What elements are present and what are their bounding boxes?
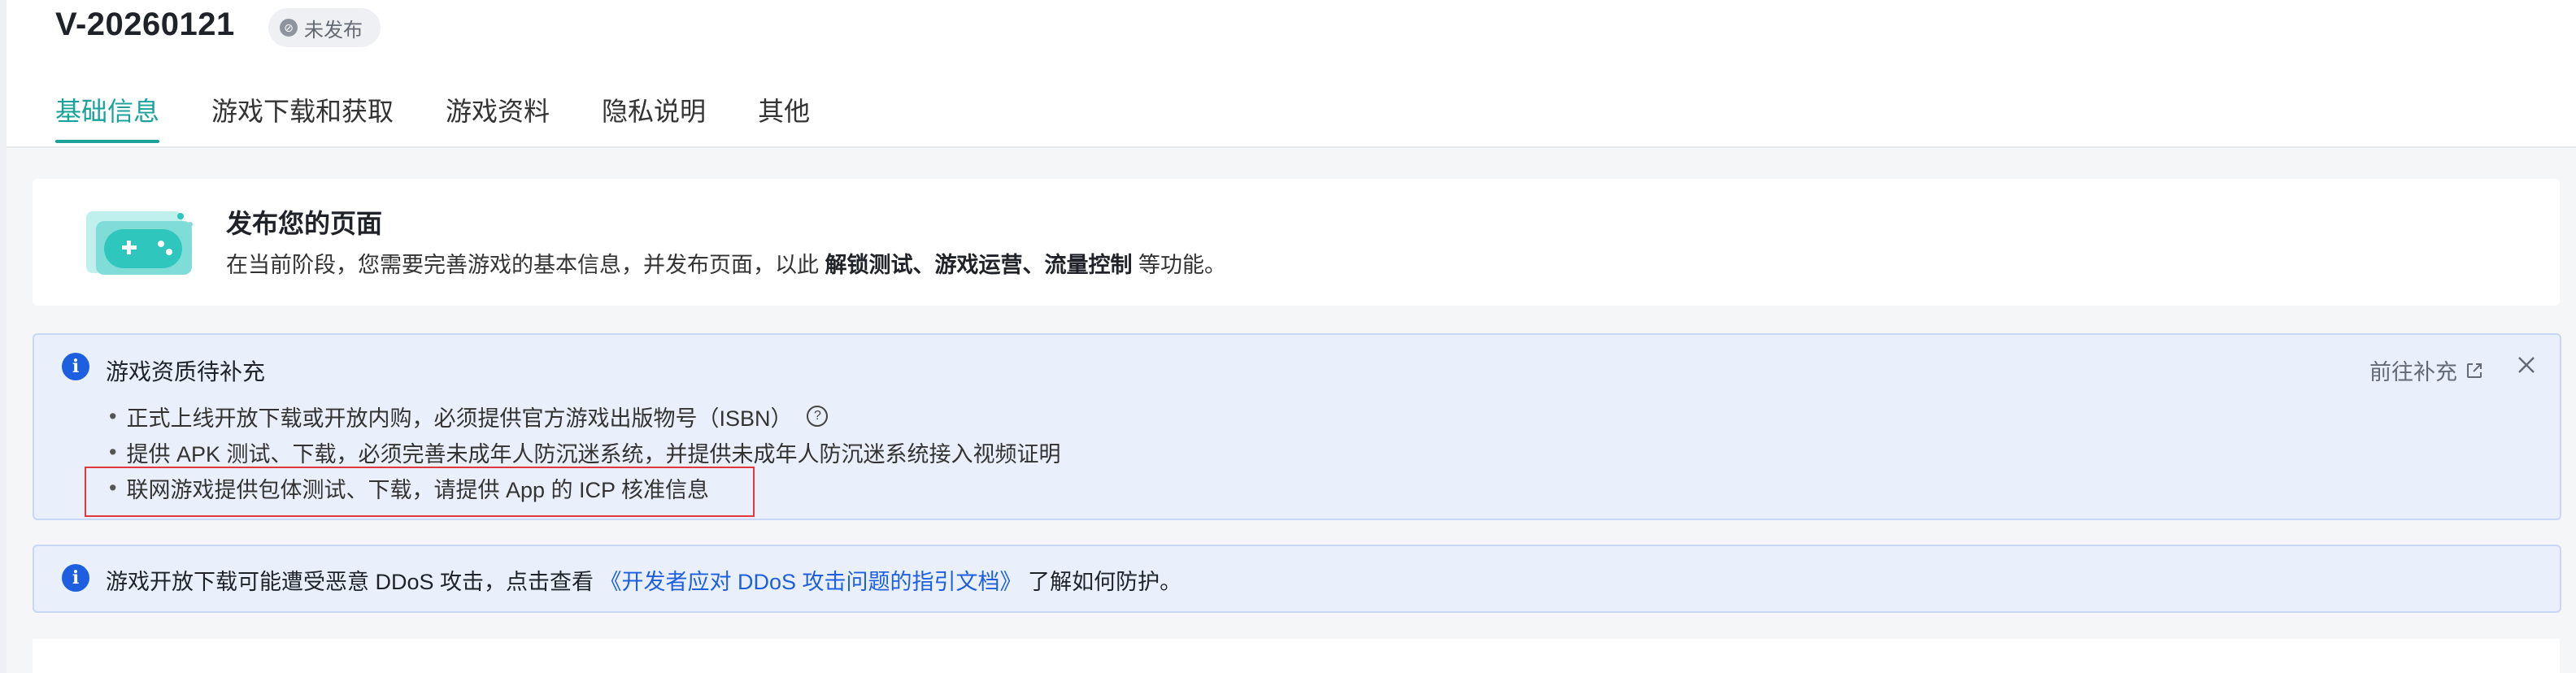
- info-icon: i: [62, 353, 89, 380]
- ddos-suffix: 了解如何防护。: [1021, 570, 1182, 594]
- publish-desc-suffix: 等功能。: [1132, 253, 1227, 277]
- publish-desc-prefix: 在当前阶段，您需要完善游戏的基本信息，并发布页面，以此: [226, 253, 825, 277]
- left-divider: [0, 0, 7, 673]
- version-title: V-20260121: [55, 7, 235, 42]
- tab-game-materials[interactable]: 游戏资料: [446, 91, 550, 141]
- qualification-alert: i 游戏资质待补充 前往补充 正式上线开放下载或开放内购，必须提供官方游戏出版物…: [33, 333, 2561, 520]
- goto-supplement-link[interactable]: 前往补充: [2369, 354, 2483, 386]
- tab-other[interactable]: 其他: [758, 91, 810, 141]
- ddos-alert-text: 游戏开放下载可能遭受恶意 DDoS 攻击，点击查看 《开发者应对 DDoS 攻击…: [106, 564, 1181, 596]
- ddos-prefix: 游戏开放下载可能遭受恶意 DDoS 攻击，点击查看: [106, 570, 600, 594]
- list-item: 正式上线开放下载或开放内购，必须提供官方游戏出版物号（ISBN）?: [109, 398, 1060, 434]
- tab-basic-info[interactable]: 基础信息: [55, 91, 160, 143]
- header: V-20260121 ⊘ 未发布 基础信息 游戏下载和获取 游戏资料 隐私说明 …: [7, 0, 2576, 148]
- qualification-alert-title: 游戏资质待补充: [106, 359, 266, 384]
- ddos-alert: i 游戏开放下载可能遭受恶意 DDoS 攻击，点击查看 《开发者应对 DDoS …: [33, 545, 2561, 613]
- tab-privacy[interactable]: 隐私说明: [602, 91, 706, 141]
- publish-description: 在当前阶段，您需要完善游戏的基本信息，并发布页面，以此 解锁测试、游戏运营、流量…: [226, 247, 1226, 279]
- publish-desc-bold: 解锁测试、游戏运营、流量控制: [825, 253, 1133, 277]
- ddos-guide-link[interactable]: 《开发者应对 DDoS 攻击问题的指引文档》: [600, 570, 1022, 594]
- info-icon: i: [62, 564, 89, 592]
- tab-bar: 基础信息 游戏下载和获取 游戏资料 隐私说明 其他: [55, 91, 810, 143]
- publish-card: 发布您的页面 在当前阶段，您需要完善游戏的基本信息，并发布页面，以此 解锁测试、…: [33, 179, 2560, 306]
- game-controller-illustration-icon: [86, 211, 193, 275]
- close-icon[interactable]: [2514, 353, 2539, 377]
- publish-title: 发布您的页面: [226, 209, 383, 238]
- status-badge-label: 未发布: [304, 19, 363, 41]
- content-card: [33, 639, 2560, 673]
- page: V-20260121 ⊘ 未发布 基础信息 游戏下载和获取 游戏资料 隐私说明 …: [0, 0, 2576, 673]
- tab-download[interactable]: 游戏下载和获取: [211, 91, 394, 141]
- list-item: 提供 APK 测试、下载，必须完善未成年人防沉迷系统，并提供未成年人防沉迷系统接…: [109, 434, 1060, 470]
- highlight-box: [85, 467, 755, 517]
- list-item-text: 正式上线开放下载或开放内购，必须提供官方游戏出版物号（ISBN）: [126, 406, 793, 431]
- list-item-text: 提供 APK 测试、下载，必须完善未成年人防沉迷系统，并提供未成年人防沉迷系统接…: [126, 441, 1061, 467]
- question-icon[interactable]: ?: [807, 406, 829, 427]
- external-link-icon: [2467, 363, 2482, 378]
- status-badge: ⊘ 未发布: [268, 8, 381, 47]
- unpublished-icon: ⊘: [280, 19, 298, 37]
- goto-supplement-label: 前往补充: [2369, 360, 2457, 384]
